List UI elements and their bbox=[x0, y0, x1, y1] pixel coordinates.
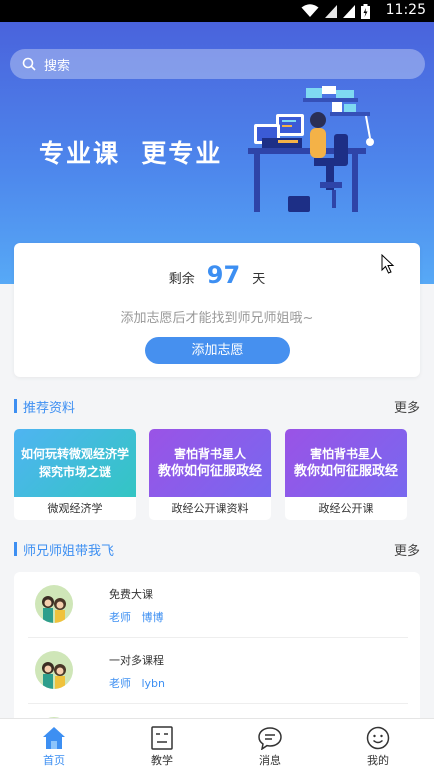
resource-line1: 害怕背书星人 bbox=[173, 447, 246, 461]
recommend-more-link[interactable]: 更多 bbox=[394, 397, 420, 416]
resource-line2: 探究市场之谜 bbox=[38, 465, 111, 479]
home-icon bbox=[43, 727, 65, 749]
bottom-tab-bar: 首页 教学 消息 我的 bbox=[0, 718, 434, 772]
search-icon bbox=[22, 57, 36, 71]
resource-line2: 教你如何征服政经 bbox=[157, 464, 262, 479]
section-accent-bar bbox=[14, 399, 17, 413]
resource-card[interactable]: 害怕背书星人 教你如何征服政经 政经公开课 bbox=[285, 429, 407, 520]
course-name: 免费大课 bbox=[109, 588, 153, 601]
resource-caption: 政经公开课 bbox=[318, 502, 374, 515]
list-item[interactable]: 一对多课程 老师 lybn bbox=[14, 638, 420, 704]
tab-profile[interactable]: 我的 bbox=[324, 719, 432, 772]
resource-caption: 微观经济学 bbox=[47, 502, 103, 515]
battery-icon bbox=[361, 3, 370, 19]
status-bar: 11:25 bbox=[0, 0, 434, 22]
status-time: 11:25 bbox=[385, 2, 426, 18]
course-name: 一对多课程 bbox=[109, 654, 164, 667]
tab-label: 首页 bbox=[43, 754, 65, 767]
countdown-tip: 添加志愿后才能找到师兄师姐哦~ bbox=[120, 311, 314, 326]
mentors-title: 师兄师姐带我飞 bbox=[23, 544, 115, 559]
countdown-line: 剩余 97 天 bbox=[14, 261, 420, 289]
tab-label: 我的 bbox=[367, 754, 389, 767]
message-icon bbox=[258, 727, 282, 750]
resource-caption: 政经公开课资料 bbox=[171, 502, 249, 515]
tab-label: 消息 bbox=[259, 754, 281, 767]
recommend-title: 推荐资料 bbox=[23, 401, 76, 416]
resource-thumbnail: 害怕背书星人 教你如何征服政经 bbox=[149, 429, 271, 497]
wifi-icon bbox=[301, 4, 319, 17]
teacher-label: 老师 博博 bbox=[109, 611, 164, 624]
search-placeholder: 搜索 bbox=[44, 58, 71, 74]
tab-messages[interactable]: 消息 bbox=[216, 719, 324, 772]
resource-thumbnail: 害怕背书星人 教你如何征服政经 bbox=[285, 429, 407, 497]
hero-slogan: 专业课 更专业 bbox=[39, 139, 223, 168]
desk-illustration bbox=[248, 86, 374, 212]
resource-line1: 如何玩转微观经济学 bbox=[20, 447, 129, 461]
resource-card[interactable]: 害怕背书星人 教你如何征服政经 政经公开课资料 bbox=[149, 429, 271, 520]
countdown-days: 97 bbox=[206, 261, 241, 289]
search-bar[interactable]: 搜索 bbox=[10, 49, 425, 79]
mouse-cursor-icon bbox=[381, 254, 395, 274]
add-preference-button[interactable]: 添加志愿 bbox=[145, 337, 290, 364]
resource-line1: 害怕背书星人 bbox=[309, 447, 382, 461]
resource-card[interactable]: 如何玩转微观经济学 探究市场之谜 微观经济学 bbox=[14, 429, 136, 520]
signal-icon bbox=[325, 5, 337, 18]
mentor-list: 免费大课 老师 博博 一对多课程 老师 lybn bbox=[14, 572, 420, 732]
avatar bbox=[35, 651, 73, 689]
recommend-section-header: 推荐资料 更多 bbox=[14, 396, 420, 416]
avatar-illustration bbox=[42, 662, 66, 689]
countdown-prefix: 剩余 bbox=[168, 272, 195, 287]
resource-thumbnail: 如何玩转微观经济学 探究市场之谜 bbox=[14, 429, 136, 497]
avatar-illustration bbox=[42, 596, 66, 623]
list-item[interactable]: 免费大课 老师 博博 bbox=[14, 572, 420, 638]
countdown-suffix: 天 bbox=[252, 272, 266, 287]
profile-icon bbox=[366, 726, 390, 750]
tab-home[interactable]: 首页 bbox=[0, 719, 108, 772]
countdown-card: 剩余 97 天 添加志愿后才能找到师兄师姐哦~ 添加志愿 bbox=[14, 243, 420, 377]
mentors-section-header: 师兄师姐带我飞 更多 bbox=[14, 539, 420, 559]
section-accent-bar bbox=[14, 542, 17, 556]
teacher-label: 老师 lybn bbox=[109, 677, 166, 690]
avatar bbox=[35, 585, 73, 623]
status-icons bbox=[301, 3, 370, 19]
resource-line2: 教你如何征服政经 bbox=[293, 464, 398, 479]
tab-teaching[interactable]: 教学 bbox=[108, 719, 216, 772]
tab-label: 教学 bbox=[151, 754, 173, 767]
signal-icon-2 bbox=[343, 5, 355, 18]
mentors-more-link[interactable]: 更多 bbox=[394, 540, 420, 559]
teaching-icon bbox=[151, 726, 173, 750]
